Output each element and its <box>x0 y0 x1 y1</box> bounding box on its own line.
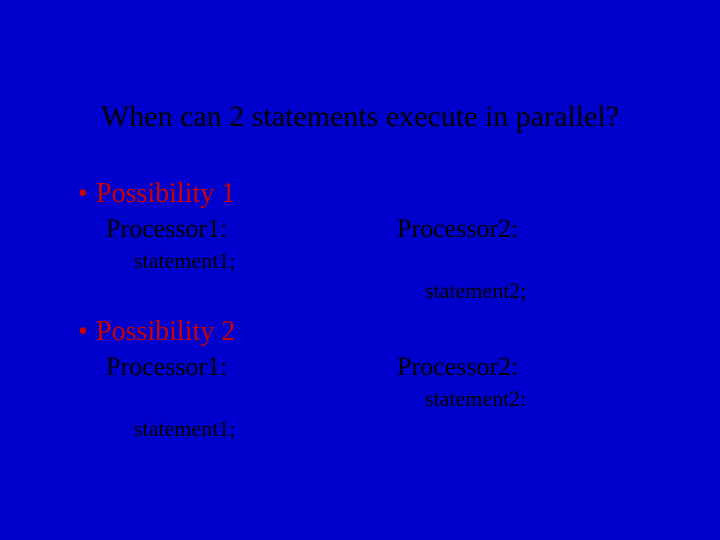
p2-proc-left: Processor1: <box>78 352 369 382</box>
bullet-text: Possibility 2 <box>96 316 235 347</box>
p1-stmt-left: statement1; <box>78 248 369 274</box>
slide-title: When can 2 statements execute in paralle… <box>0 100 720 134</box>
bullet-dot-icon: • <box>78 316 96 348</box>
bullet-possibility-2: •Possibility 2 <box>78 316 660 348</box>
row-p1-stmt-right: statement2; <box>78 276 660 304</box>
slide-body: •Possibility 1 Processor1: Processor2: s… <box>78 178 660 442</box>
p2-stmt-right: statement2: <box>369 386 660 412</box>
bullet-possibility-1: •Possibility 1 <box>78 178 660 210</box>
p1-stmt-right: statement2; <box>369 278 660 304</box>
p1-proc-left: Processor1: <box>78 214 369 244</box>
row-p1-proc: Processor1: Processor2: <box>78 214 660 244</box>
slide: When can 2 statements execute in paralle… <box>0 0 720 540</box>
row-p1-stmt-left: statement1; <box>78 246 660 274</box>
row-p2-stmt-right: statement2: <box>78 384 660 412</box>
row-p2-proc: Processor1: Processor2: <box>78 352 660 382</box>
p2-proc-right: Processor2: <box>369 352 660 382</box>
bullet-dot-icon: • <box>78 178 96 210</box>
bullet-text: Possibility 1 <box>96 178 235 209</box>
row-p2-stmt-left: statement1; <box>78 414 660 442</box>
p2-stmt-left: statement1; <box>78 416 369 442</box>
p1-proc-right: Processor2: <box>369 214 660 244</box>
